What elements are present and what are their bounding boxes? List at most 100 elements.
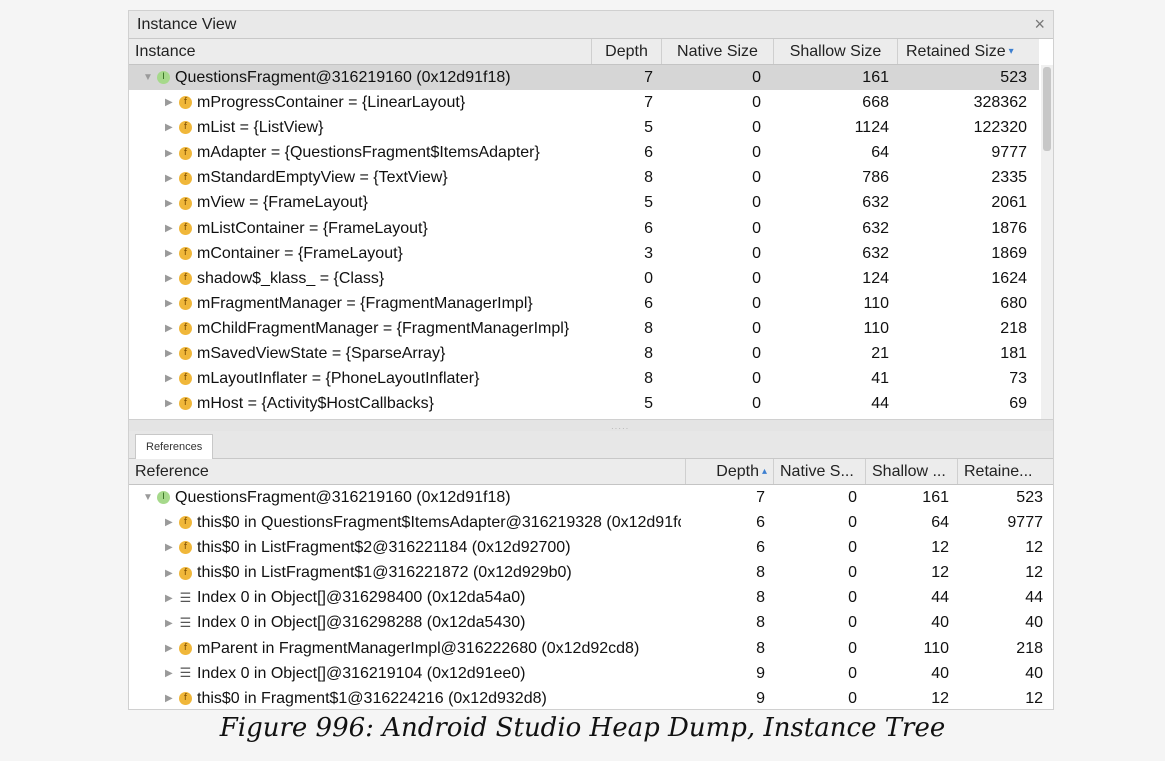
collapse-triangle-icon[interactable]: ▼ [143, 65, 157, 90]
column-header-depth[interactable]: Depth ▴ [685, 459, 773, 484]
row-label: Index 0 in Object[]@316298288 (0x12da543… [197, 614, 526, 632]
table-row[interactable]: ▶ f this$0 in ListFragment$2@316221184 (0x… [129, 535, 1053, 560]
cell-native: 0 [752, 194, 761, 212]
table-row[interactable]: ▶ f mLayoutInflater = {PhoneLayoutInflater… [129, 366, 1039, 391]
cell-depth: 8 [756, 589, 765, 607]
expand-triangle-icon[interactable]: ▶ [165, 535, 179, 560]
column-header-native-size[interactable]: Native S... [773, 459, 865, 484]
row-label: mFragmentManager = {FragmentManagerImpl} [197, 294, 533, 312]
table-row[interactable]: ▶ f mAdapter = {QuestionsFragment$ItemsAda… [129, 140, 1039, 165]
collapse-triangle-icon[interactable]: ▼ [143, 485, 157, 510]
cell-native: 0 [752, 94, 761, 112]
table-row[interactable]: ▶ f mProgressContainer = {LinearLayout} 7 0 6… [129, 90, 1039, 115]
expand-triangle-icon[interactable]: ▶ [165, 291, 179, 316]
table-row[interactable]: ▶ ☰ Index 0 in Object[]@316298400 (0x12da5… [129, 585, 1053, 611]
column-header-shallow-size[interactable]: Shallow Size [773, 39, 897, 64]
column-header-depth[interactable]: Depth [591, 39, 661, 64]
column-header-retained-size[interactable]: Retained Size ▾ [897, 39, 1039, 64]
field-icon: f [179, 297, 192, 311]
table-row[interactable]: ▶ f this$0 in ListFragment$1@316221872 (0x… [129, 560, 1053, 586]
table-row[interactable]: ▶ f this$0 in QuestionsFragment$ItemsAdapt… [129, 510, 1053, 535]
table-row[interactable]: ▶ f mContainer = {FrameLayout} 3 0 632 1869 [129, 241, 1039, 266]
expand-triangle-icon[interactable]: ▶ [165, 266, 179, 291]
expand-triangle-icon[interactable]: ▶ [165, 316, 179, 341]
row-label: mList = {ListView} [197, 119, 324, 137]
table-row[interactable]: ▶ f shadow$_klass_ = {Class} 0 0 124 1624 [129, 266, 1039, 291]
expand-triangle-icon[interactable]: ▶ [165, 636, 179, 661]
field-icon: f [179, 121, 192, 135]
table-row[interactable]: ▶ f mFragmentManager = {FragmentManagerImp… [129, 291, 1039, 316]
instance-icon: I [157, 71, 170, 85]
table-row[interactable]: ▶ f mParent in FragmentManagerImpl@3162226… [129, 636, 1053, 661]
expand-triangle-icon[interactable]: ▶ [165, 90, 179, 115]
expand-triangle-icon[interactable]: ▶ [165, 115, 179, 140]
cell-shallow: 632 [862, 194, 889, 212]
row-label: Index 0 in Object[]@316298400 (0x12da54a… [197, 589, 526, 607]
cell-depth: 9 [756, 689, 765, 707]
cell-shallow: 110 [923, 639, 949, 657]
table-row[interactable]: ▶ f mStandardEmptyView = {TextView} 8 0 786 23… [129, 165, 1039, 190]
cell-depth: 8 [644, 370, 653, 388]
table-row[interactable]: ▶ ☰ Index 0 in Object[]@316219104 (0x12d91… [129, 661, 1053, 686]
cell-retained: 2061 [991, 194, 1027, 212]
column-header-reference[interactable]: Reference [129, 459, 685, 484]
cell-native: 0 [752, 69, 761, 86]
cell-retained: 40 [1025, 664, 1043, 682]
table-row[interactable]: ▶ f mView = {FrameLayout} 5 0 632 2061 [129, 190, 1039, 215]
expand-triangle-icon[interactable]: ▶ [165, 341, 179, 366]
tree-cell: ▶ f mLayoutInflater = {PhoneLayoutInflater… [129, 366, 589, 391]
column-header-shallow-size[interactable]: Shallow ... [865, 459, 957, 484]
expand-triangle-icon[interactable]: ▶ [165, 586, 179, 611]
expand-triangle-icon[interactable]: ▶ [165, 166, 179, 191]
instance-table-scrollbar[interactable] [1041, 65, 1053, 419]
table-row[interactable]: ▼ I QuestionsFragment@316219160 (0x12d91f1… [129, 485, 1053, 510]
cell-shallow: 41 [871, 370, 889, 388]
column-header-retained-size[interactable]: Retaine... [957, 459, 1053, 484]
tree-cell: ▶ f mView = {FrameLayout} [129, 190, 589, 215]
expand-triangle-icon[interactable]: ▶ [165, 366, 179, 391]
table-row[interactable]: ▶ ☰ Index 0 in Object[]@316298288 (0x12da5… [129, 610, 1053, 636]
table-row[interactable]: ▼ I QuestionsFragment@316219160 (0x12d91f1… [129, 65, 1039, 91]
expand-triangle-icon[interactable]: ▶ [165, 611, 179, 636]
table-row[interactable]: ▶ f mHost = {Activity$HostCallbacks} 5 0 44 69 [129, 391, 1039, 416]
table-row[interactable]: ▶ f mList = {ListView} 5 0 1124 122320 [129, 115, 1039, 140]
cell-depth: 6 [644, 144, 653, 162]
tree-cell: ▶ f mContainer = {FrameLayout} [129, 241, 589, 266]
table-row[interactable]: ▶ f this$0 in Fragment$1@316224216 (0x12d9… [129, 686, 1053, 709]
cell-shallow: 632 [862, 219, 889, 237]
scrollbar-thumb[interactable] [1043, 67, 1051, 151]
expand-triangle-icon[interactable]: ▶ [165, 561, 179, 586]
field-icon: f [179, 272, 192, 286]
cell-depth: 3 [644, 244, 653, 262]
column-header-instance[interactable]: Instance [129, 39, 591, 64]
expand-triangle-icon[interactable]: ▶ [165, 191, 179, 216]
cell-native: 0 [752, 119, 761, 137]
row-label: mHost = {Activity$HostCallbacks} [197, 395, 434, 413]
tab-references[interactable]: References [135, 434, 214, 459]
cell-shallow: 44 [871, 395, 889, 413]
cell-shallow: 161 [862, 69, 889, 86]
tree-cell: ▼ I QuestionsFragment@316219160 (0x12d91f1… [129, 485, 681, 510]
row-label: mChildFragmentManager = {FragmentManager… [197, 319, 570, 337]
table-row[interactable]: ▶ f mChildFragmentManager = {FragmentManag… [129, 316, 1039, 341]
cell-shallow: 12 [931, 689, 949, 707]
close-icon[interactable]: × [1034, 14, 1045, 35]
cell-depth: 7 [644, 94, 653, 112]
expand-triangle-icon[interactable]: ▶ [165, 241, 179, 266]
expand-triangle-icon[interactable]: ▶ [165, 686, 179, 709]
column-header-native-size[interactable]: Native Size [661, 39, 773, 64]
expand-triangle-icon[interactable]: ▶ [165, 141, 179, 166]
expand-triangle-icon[interactable]: ▶ [165, 510, 179, 535]
sort-ascending-icon: ▴ [761, 466, 767, 478]
table-row[interactable]: ▶ f mSavedViewState = {SparseArray} 8 0 21 181 [129, 341, 1039, 366]
panel-title: Instance View [137, 16, 237, 33]
cell-shallow: 64 [931, 514, 949, 532]
expand-triangle-icon[interactable]: ▶ [165, 661, 179, 686]
cell-native: 0 [752, 395, 761, 413]
expand-triangle-icon[interactable]: ▶ [165, 216, 179, 241]
table-row[interactable]: ▶ f mListContainer = {FrameLayout} 6 0 632 187… [129, 216, 1039, 241]
cell-shallow: 12 [931, 564, 949, 582]
expand-triangle-icon[interactable]: ▶ [165, 391, 179, 416]
cell-depth: 7 [644, 69, 653, 86]
cell-retained: 328362 [973, 94, 1027, 112]
